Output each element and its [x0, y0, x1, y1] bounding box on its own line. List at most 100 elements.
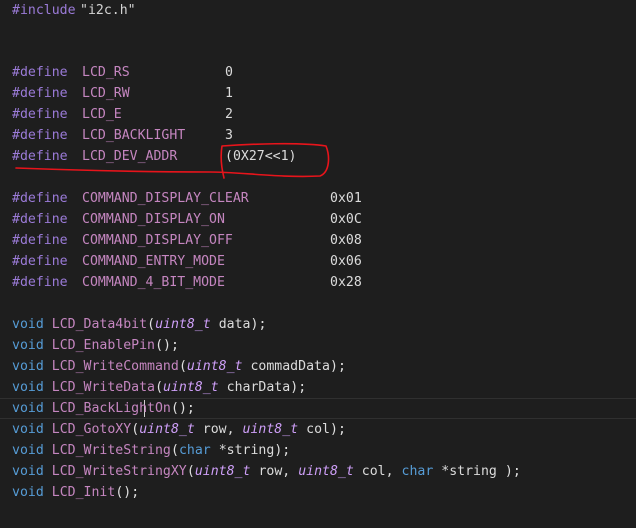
function-name: LCD_EnablePin — [51, 338, 155, 353]
param-name: col — [298, 422, 330, 437]
param-type: uint8_t — [194, 464, 251, 479]
code-line-define[interactable]: #define LCD_BACKLIGHT 3 — [0, 125, 636, 146]
define-directive: #define — [12, 212, 68, 227]
code-line-define[interactable]: #define COMMAND_DISPLAY_OFF 0x08 — [0, 230, 636, 251]
define-name: LCD_DEV_ADDR — [82, 149, 178, 164]
code-line-prototype[interactable]: void LCD_Init(); — [0, 482, 636, 503]
define-value: 0x0C — [330, 212, 362, 227]
param-name: row, — [194, 422, 243, 437]
param-type: uint8_t — [163, 380, 219, 395]
define-directive: #define — [12, 275, 68, 290]
close-paren: ); — [123, 485, 140, 500]
define-name: COMMAND_ENTRY_MODE — [82, 254, 225, 269]
code-line-define[interactable]: #define COMMAND_DISPLAY_ON 0x0C — [0, 209, 636, 230]
define-name: COMMAND_DISPLAY_ON — [82, 212, 225, 227]
function-name: LCD_WriteStringXY — [51, 464, 187, 479]
code-line-prototype[interactable]: void LCD_EnablePin(); — [0, 335, 636, 356]
code-line-prototype[interactable]: void LCD_Data4bit(uint8_t data); — [0, 314, 636, 335]
function-name: LCD_BackLightOn — [51, 401, 171, 416]
return-type: void — [12, 464, 44, 479]
param-name: col, — [353, 464, 402, 479]
return-type: void — [12, 317, 44, 332]
define-name: LCD_BACKLIGHT — [82, 128, 186, 143]
close-paren: ); — [250, 317, 267, 332]
define-directive: #define — [12, 149, 68, 164]
param-name: row, — [250, 464, 299, 479]
function-name: LCD_GotoXY — [51, 422, 132, 437]
open-paren: ( — [171, 443, 179, 458]
define-value: 0 — [225, 65, 233, 80]
code-line-define[interactable]: #define LCD_DEV_ADDR (0X27<<1) — [0, 146, 636, 167]
return-type: void — [12, 401, 44, 416]
param-name: *string — [210, 443, 275, 458]
return-type: void — [12, 422, 44, 437]
return-type: void — [12, 380, 44, 395]
return-type: void — [12, 338, 44, 353]
define-directive: #define — [12, 107, 68, 122]
open-paren: ( — [171, 401, 179, 416]
define-directive: #define — [12, 254, 68, 269]
define-name: LCD_RS — [82, 65, 130, 80]
code-line-define[interactable]: #define COMMAND_ENTRY_MODE 0x06 — [0, 251, 636, 272]
open-paren: ( — [147, 317, 156, 332]
define-value: 3 — [225, 128, 233, 143]
param-type: uint8_t — [298, 464, 354, 479]
define-directive: #define — [12, 233, 68, 248]
open-paren: ( — [186, 464, 195, 479]
code-line-prototype[interactable]: void LCD_WriteData(uint8_t charData); — [0, 377, 636, 398]
function-name: LCD_Data4bit — [51, 317, 148, 332]
define-directive: #define — [12, 86, 68, 101]
define-name: COMMAND_DISPLAY_OFF — [82, 233, 233, 248]
define-name: LCD_E — [82, 107, 122, 122]
param-type: uint8_t — [139, 422, 195, 437]
define-directive: #define — [12, 191, 68, 206]
function-name: LCD_Init — [51, 485, 116, 500]
param-name: *string — [433, 464, 505, 479]
return-type: void — [12, 443, 44, 458]
code-line-define[interactable]: #define LCD_RS 0 — [0, 62, 636, 83]
param-name: commadData — [242, 359, 330, 374]
open-paren: ( — [155, 380, 164, 395]
code-line-define[interactable]: #define LCD_RW 1 — [0, 83, 636, 104]
code-line-prototype[interactable]: void LCD_WriteStringXY(uint8_t row, uint8… — [0, 461, 636, 482]
open-paren: ( — [178, 359, 187, 374]
close-paren: ); — [163, 338, 179, 353]
close-paren: ); — [274, 443, 291, 458]
code-line-define[interactable]: #define COMMAND_DISPLAY_CLEAR 0x01 — [0, 188, 636, 209]
define-name: COMMAND_4_BIT_MODE — [82, 275, 225, 290]
param-type: char — [401, 464, 434, 479]
include-directive: #include — [12, 3, 76, 18]
return-type: void — [12, 359, 44, 374]
close-paren: ); — [330, 359, 346, 374]
code-line-define[interactable]: #define LCD_E 2 — [0, 104, 636, 125]
open-paren: ( — [115, 485, 124, 500]
close-paren: ); — [290, 380, 307, 395]
param-name: data — [210, 317, 251, 332]
function-name: LCD_WriteData — [51, 380, 155, 395]
code-line-prototype-current[interactable]: void LCD_BackLightOn(); — [0, 398, 636, 419]
param-type: uint8_t — [186, 359, 243, 374]
close-paren: ); — [330, 422, 346, 437]
define-directive: #define — [12, 128, 68, 143]
param-type: char — [178, 443, 211, 458]
close-paren: ); — [178, 401, 195, 416]
define-value: 0x28 — [330, 275, 362, 290]
include-file: "i2c.h" — [80, 3, 136, 18]
param-name: charData — [218, 380, 291, 395]
define-directive: #define — [12, 65, 68, 80]
define-value: 1 — [225, 86, 233, 101]
code-line-include[interactable]: #include "i2c.h" — [0, 0, 636, 21]
return-type: void — [12, 485, 44, 500]
function-name: LCD_WriteString — [51, 443, 171, 458]
code-editor[interactable]: #include "i2c.h" #define LCD_RS 0 #defin… — [0, 0, 636, 528]
param-type: uint8_t — [155, 317, 211, 332]
close-paren: ); — [504, 464, 521, 479]
define-value: (0X27<<1) — [225, 149, 297, 164]
code-line-prototype[interactable]: void LCD_GotoXY(uint8_t row, uint8_t col)… — [0, 419, 636, 440]
code-line-prototype[interactable]: void LCD_WriteString(char *string); — [0, 440, 636, 461]
define-value: 2 — [225, 107, 233, 122]
code-line-prototype[interactable]: void LCD_WriteCommand(uint8_t commadData)… — [0, 356, 636, 377]
define-name: COMMAND_DISPLAY_CLEAR — [82, 191, 249, 206]
code-line-define[interactable]: #define COMMAND_4_BIT_MODE 0x28 — [0, 272, 636, 293]
open-paren: ( — [155, 338, 164, 353]
